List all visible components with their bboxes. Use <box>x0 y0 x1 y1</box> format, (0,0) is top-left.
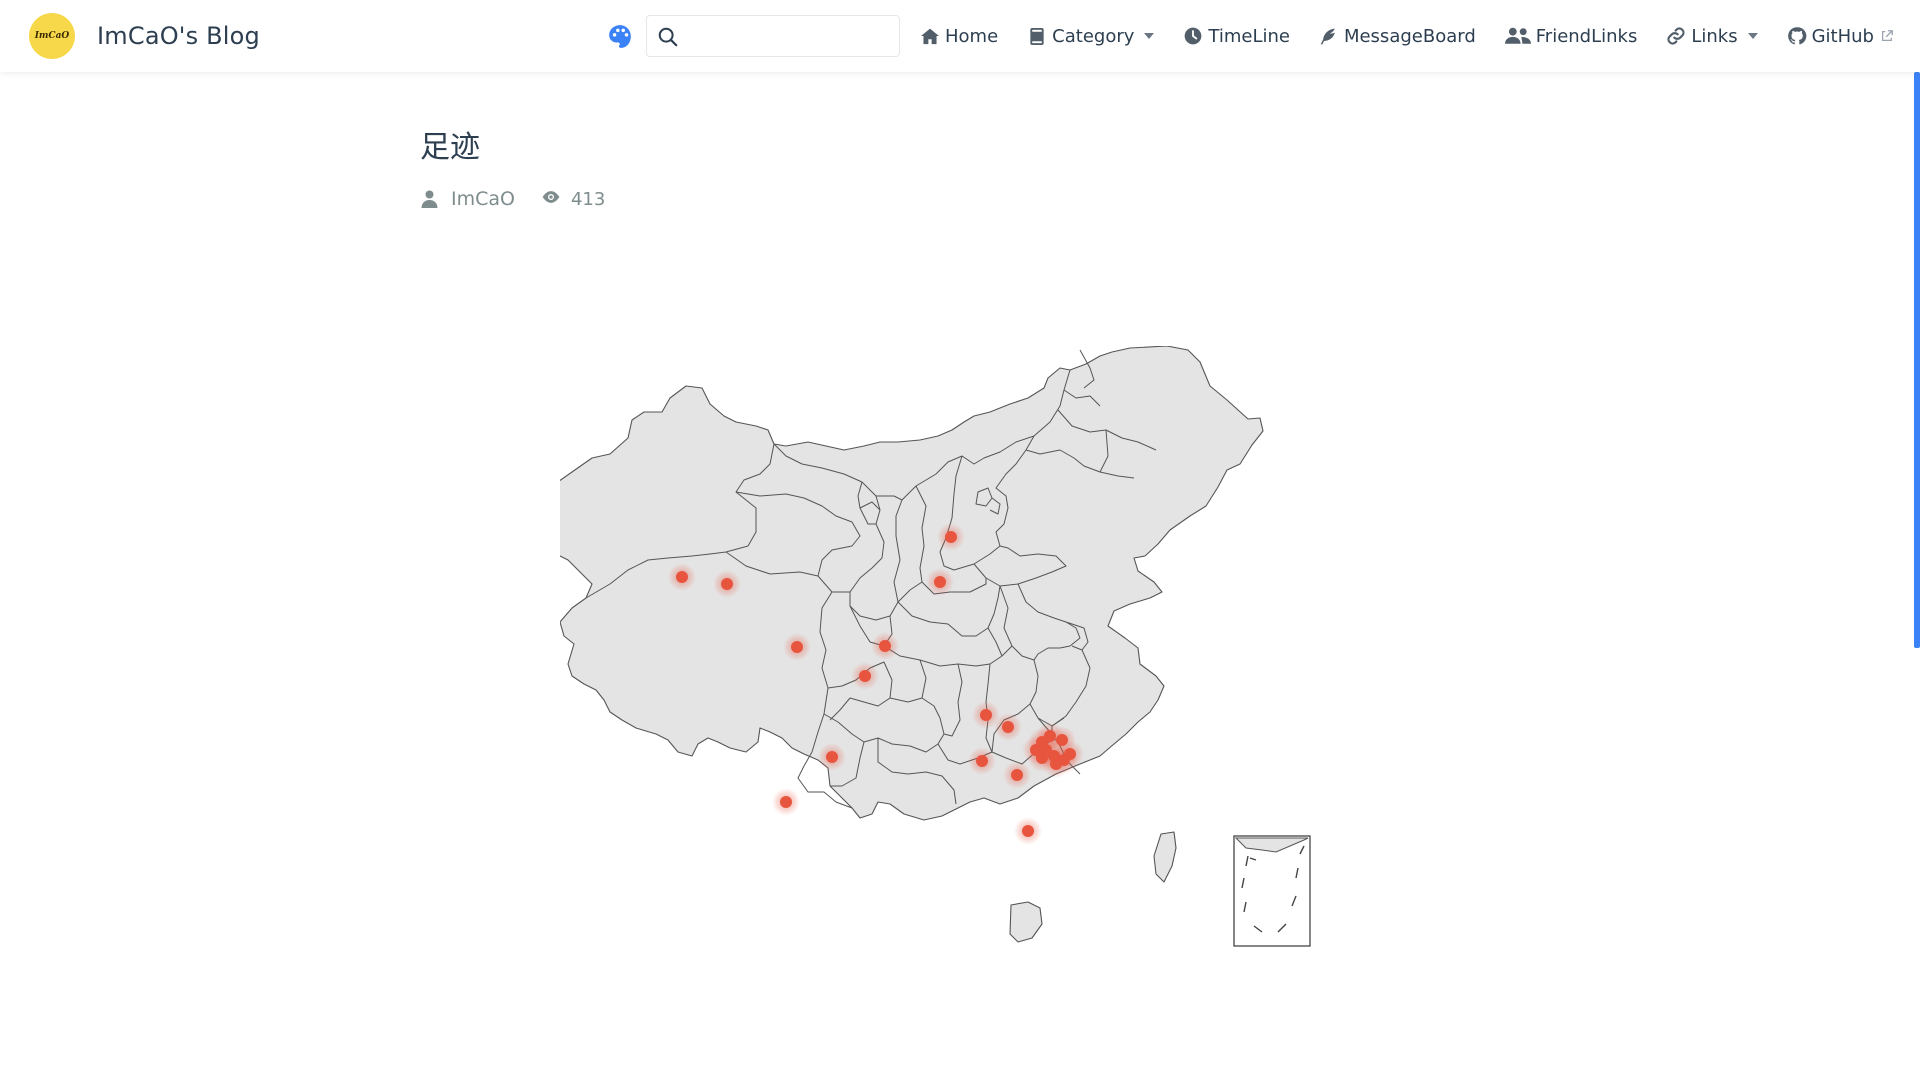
site-title: ImCaO's Blog <box>97 22 260 50</box>
search-icon <box>658 27 678 47</box>
nav-menu: Home Category TimeLine MessageBoard Frie… <box>606 14 1894 58</box>
nav-github[interactable]: GitHub <box>1787 14 1894 58</box>
nav-github-label: GitHub <box>1811 25 1874 47</box>
post-author[interactable]: ImCaO <box>451 188 515 210</box>
chevron-down-icon <box>1747 33 1758 39</box>
marker[interactable] <box>994 713 1022 741</box>
marker[interactable] <box>1056 740 1084 768</box>
marker[interactable] <box>1003 761 1031 789</box>
user-group-icon <box>1504 26 1531 46</box>
book-icon <box>1027 26 1047 46</box>
page-title: 足迹 <box>420 130 480 165</box>
marker[interactable] <box>968 747 996 775</box>
nav-messageboard[interactable]: MessageBoard <box>1319 14 1476 58</box>
eye-icon <box>541 190 563 208</box>
marker[interactable] <box>818 743 846 771</box>
home-icon <box>920 26 940 46</box>
marker[interactable] <box>1014 817 1042 845</box>
chevron-down-icon <box>1144 33 1155 39</box>
post-views: 413 <box>541 189 605 210</box>
palette-icon[interactable] <box>606 22 634 50</box>
taiwan-island <box>1153 831 1177 883</box>
marker[interactable] <box>871 632 899 660</box>
nav-category-label: Category <box>1052 25 1135 47</box>
nav-messageboard-label: MessageBoard <box>1343 25 1476 47</box>
marker[interactable] <box>937 523 965 551</box>
clock-icon <box>1183 26 1203 46</box>
china-mainland <box>560 346 1264 821</box>
nav-friendlinks[interactable]: FriendLinks <box>1504 14 1638 58</box>
nav-timeline-label: TimeLine <box>1208 25 1290 47</box>
search-box <box>646 15 900 57</box>
post-meta: ImCaO 413 <box>421 188 605 210</box>
link-icon <box>1666 26 1686 46</box>
hainan-island <box>1009 901 1043 943</box>
site-brand[interactable]: ImCaO ImCaO's Blog <box>29 13 260 59</box>
south-china-sea-inset <box>1233 835 1311 947</box>
nav-home[interactable]: Home <box>920 14 998 58</box>
scrollbar[interactable] <box>1914 72 1920 648</box>
views-count: 413 <box>570 188 606 210</box>
footprint-map[interactable] <box>560 346 1360 956</box>
marker[interactable] <box>1022 736 1050 764</box>
marker[interactable] <box>772 788 800 816</box>
github-icon <box>1787 26 1807 46</box>
marker[interactable] <box>668 563 696 591</box>
external-link-icon <box>1881 30 1893 42</box>
search-input[interactable] <box>687 20 892 52</box>
site-logo: ImCaO <box>29 13 75 59</box>
user-icon <box>421 190 439 208</box>
nav-links[interactable]: Links <box>1666 14 1758 58</box>
nav-timeline[interactable]: TimeLine <box>1183 14 1290 58</box>
top-navbar: ImCaO ImCaO's Blog Home Category TimeLin… <box>0 0 1920 72</box>
nav-friendlinks-label: FriendLinks <box>1535 25 1638 47</box>
nav-links-label: Links <box>1691 25 1738 47</box>
marker[interactable] <box>783 633 811 661</box>
marker[interactable] <box>713 570 741 598</box>
nav-category[interactable]: Category <box>1027 14 1155 58</box>
marker[interactable] <box>926 568 954 596</box>
marker[interactable] <box>851 662 879 690</box>
nav-home-label: Home <box>945 25 999 47</box>
feather-icon <box>1319 26 1339 46</box>
